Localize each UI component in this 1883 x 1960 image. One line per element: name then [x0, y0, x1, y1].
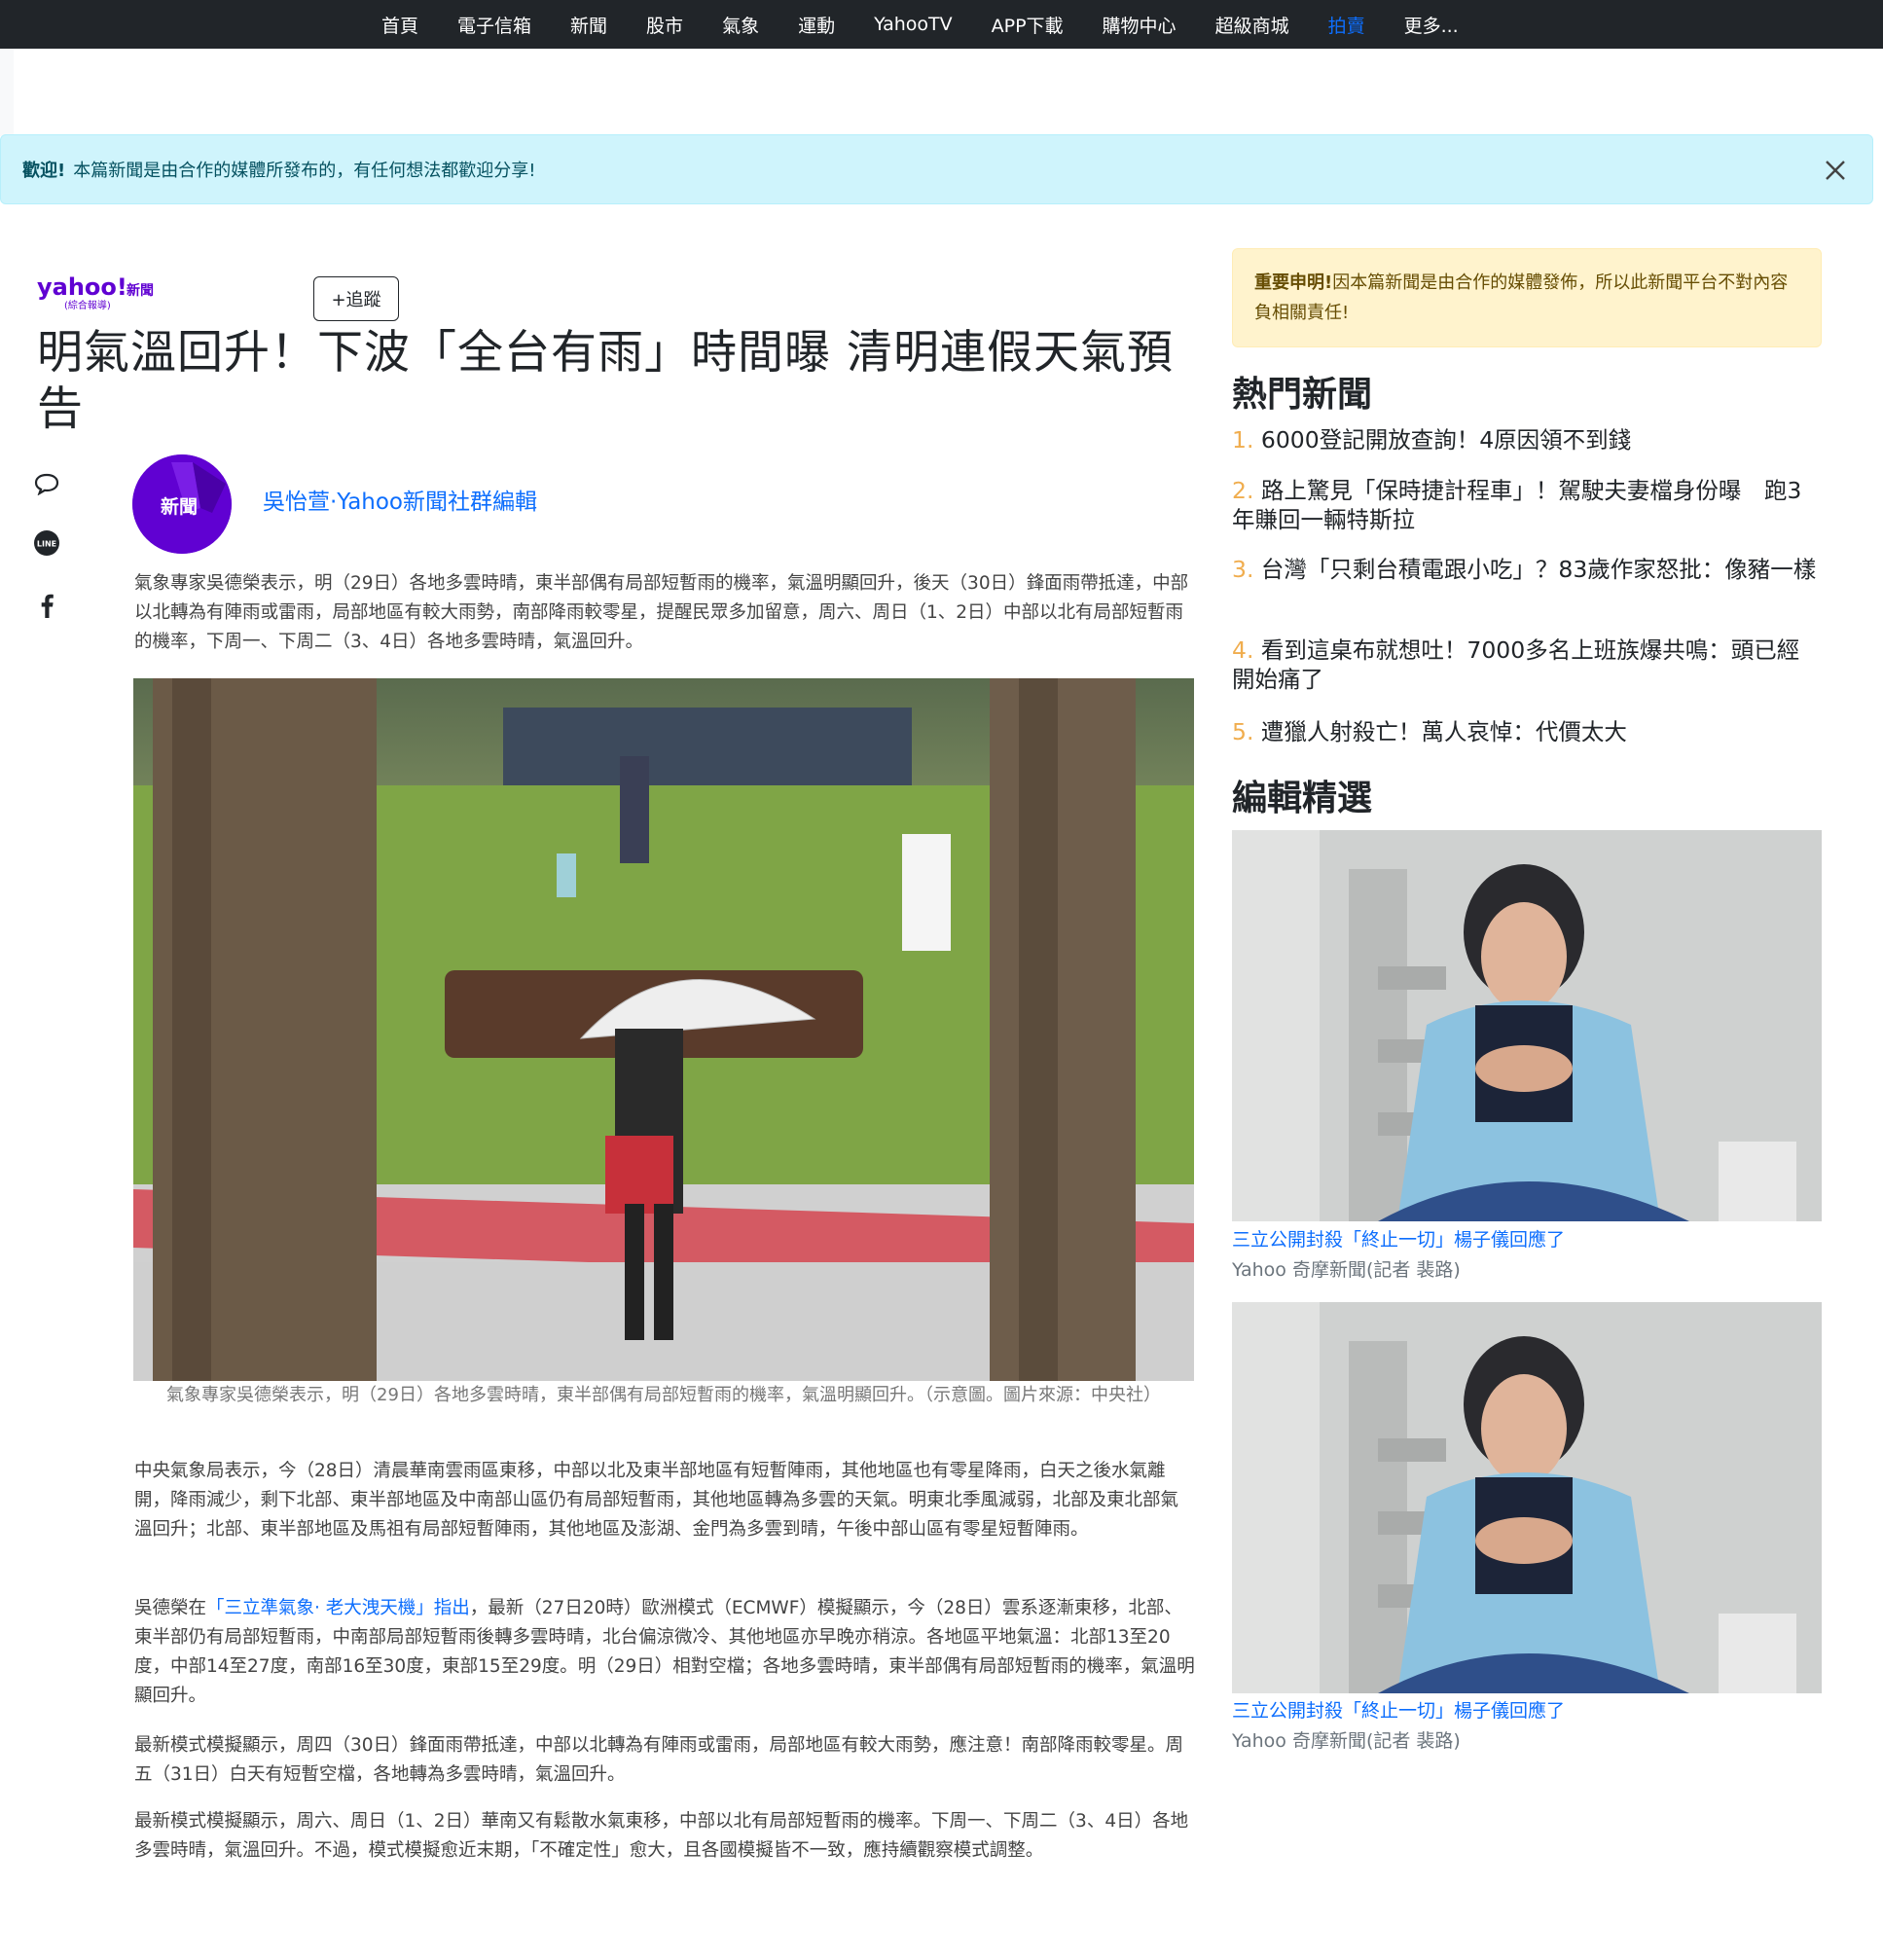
- top-navbar: 首頁 電子信箱 新聞 股市 氣象 運動 YahooTV APP下載 購物中心 超…: [0, 0, 1883, 49]
- hot-news-item[interactable]: 2. 路上驚見「保時捷計程車」！駕駛夫妻檔身份曝 跑3年賺回一輛特斯拉: [1232, 476, 1822, 534]
- follow-button[interactable]: +追蹤: [313, 276, 399, 321]
- article-paragraph-1: 氣象專家吳德榮表示，明（29日）各地多雲時晴，東半部偶有局部短暫雨的機率，氣溫明…: [134, 573, 1189, 652]
- left-edge-bar: [0, 49, 14, 136]
- para3-source-link[interactable]: 「三立準氣象· 老大洩天機」指出: [206, 1598, 470, 1618]
- nav-stock[interactable]: 股市: [627, 12, 703, 38]
- brand-tag: (綜合報導): [64, 299, 111, 311]
- article-photo: [133, 678, 1194, 1381]
- disclaimer-notice: 重要申明!因本篇新聞是由合作的媒體發佈，所以此新聞平台不對內容負相關責任!: [1232, 248, 1822, 347]
- yahoo-news-brand: yahoo! 新聞 (綜合報導): [37, 272, 158, 311]
- notice-strong: 重要申明!: [1254, 272, 1333, 293]
- brand-logo-text: yahoo!: [37, 273, 127, 301]
- author-avatar[interactable]: 新聞: [132, 454, 232, 554]
- hot-news-title[interactable]: 遭獵人射殺亡！萬人哀悼：代價太大: [1261, 718, 1627, 745]
- nav-links: 首頁 電子信箱 新聞 股市 氣象 運動 YahooTV APP下載 購物中心 超…: [362, 0, 1478, 49]
- hot-news-item[interactable]: 5. 遭獵人射殺亡！萬人哀悼：代價太大: [1232, 717, 1822, 746]
- nav-mail[interactable]: 電子信箱: [438, 12, 551, 38]
- article-paragraph-4: 最新模式模擬顯示，周四（30日）鋒面雨帶抵達，中部以北轉為有陣雨或雷雨，局部地區…: [134, 1735, 1184, 1785]
- hot-news-number: 2.: [1232, 477, 1254, 504]
- nav-app[interactable]: APP下載: [972, 12, 1083, 38]
- editor-pick-image[interactable]: [1232, 830, 1822, 1221]
- alert-strong: 歡迎!: [22, 161, 66, 181]
- hot-news-number: 3.: [1232, 556, 1254, 583]
- nav-mall[interactable]: 超級商城: [1196, 12, 1309, 38]
- nav-more[interactable]: 更多...: [1385, 12, 1478, 38]
- notice-text: 因本篇新聞是由合作的媒體發佈，所以此新聞平台不對內容負相關責任!: [1254, 272, 1789, 323]
- editor-pick-title[interactable]: 三立公開封殺「終止一切」楊子儀回應了: [1232, 1225, 1565, 1252]
- avatar-text: 新聞: [161, 495, 198, 518]
- article-paragraph-3: 吳德榮在「三立準氣象· 老大洩天機」指出，最新（27日20時）歐洲模式（ECMW…: [134, 1594, 1195, 1711]
- hot-news-item[interactable]: 1. 6000登記開放查詢！4原因領不到錢: [1232, 425, 1822, 454]
- hot-news-title[interactable]: 路上驚見「保時捷計程車」！駕駛夫妻檔身份曝 跑3年賺回一輛特斯拉: [1232, 477, 1801, 533]
- welcome-alert: 歡迎! 本篇新聞是由合作的媒體所發布的，有任何想法都歡迎分享!: [0, 134, 1873, 204]
- hot-news-item[interactable]: 4. 看到這桌布就想吐！7000多名上班族爆共鳴：頭已經開始痛了: [1232, 635, 1822, 694]
- editor-pick-title[interactable]: 三立公開封殺「終止一切」楊子儀回應了: [1232, 1696, 1565, 1723]
- article-title: 明氣溫回升！下波「全台有雨」時間曝 清明連假天氣預告: [37, 326, 1174, 436]
- editor-pick-source: Yahoo 奇摩新聞(記者 裴路): [1232, 1259, 1461, 1281]
- editor-pick-image[interactable]: [1232, 1302, 1822, 1693]
- nav-yahootv[interactable]: YahooTV: [854, 14, 972, 35]
- article-paragraph-2: 中央氣象局表示，今（28日）清晨華南雲雨區東移，中部以北及東半部地區有短暫陣雨，…: [134, 1461, 1179, 1540]
- article-paragraph-5: 最新模式模擬顯示，周六、周日（1、2日）華南又有鬆散水氣東移，中部以北有局部短暫…: [134, 1811, 1189, 1861]
- hot-news-title[interactable]: 台灣「只剩台積電跟小吃」？83歲作家怒批：像豬一樣: [1261, 556, 1816, 583]
- brand-sub: 新聞: [127, 282, 154, 299]
- para3-text-before: 吳德榮在: [134, 1598, 207, 1618]
- hot-news-number: 5.: [1232, 718, 1254, 745]
- facebook-icon[interactable]: [33, 592, 60, 619]
- hot-news-number: 1.: [1232, 426, 1254, 454]
- nav-home[interactable]: 首頁: [362, 12, 438, 38]
- hot-news-title[interactable]: 看到這桌布就想吐！7000多名上班族爆共鳴：頭已經開始痛了: [1232, 636, 1799, 693]
- hot-news-number: 4.: [1232, 636, 1254, 664]
- author-link[interactable]: 吳怡萱·Yahoo新聞社群編輯: [263, 483, 537, 516]
- svg-text:LINE: LINE: [37, 540, 56, 549]
- alert-text: 本篇新聞是由合作的媒體所發布的，有任何想法都歡迎分享!: [73, 161, 536, 181]
- hot-news-heading: 熱門新聞: [1232, 375, 1373, 415]
- editor-pick-source: Yahoo 奇摩新聞(記者 裴路): [1232, 1730, 1461, 1752]
- hot-news-title[interactable]: 6000登記開放查詢！4原因領不到錢: [1261, 426, 1631, 454]
- line-icon[interactable]: LINE: [33, 529, 60, 557]
- nav-sports[interactable]: 運動: [779, 12, 854, 38]
- comment-icon[interactable]: [33, 470, 60, 497]
- nav-weather[interactable]: 氣象: [703, 12, 779, 38]
- photo-caption: 氣象專家吳德榮表示，明（29日）各地多雲時晴，東半部偶有局部短暫雨的機率，氣溫明…: [166, 1385, 1161, 1405]
- nav-shopping[interactable]: 購物中心: [1083, 12, 1196, 38]
- nav-auction[interactable]: 拍賣: [1309, 12, 1385, 38]
- nav-news[interactable]: 新聞: [551, 12, 627, 38]
- close-icon[interactable]: [1816, 151, 1855, 190]
- hot-news-item[interactable]: 3. 台灣「只剩台積電跟小吃」？83歲作家怒批：像豬一樣: [1232, 555, 1822, 584]
- editor-picks-heading: 編輯精選: [1232, 779, 1373, 818]
